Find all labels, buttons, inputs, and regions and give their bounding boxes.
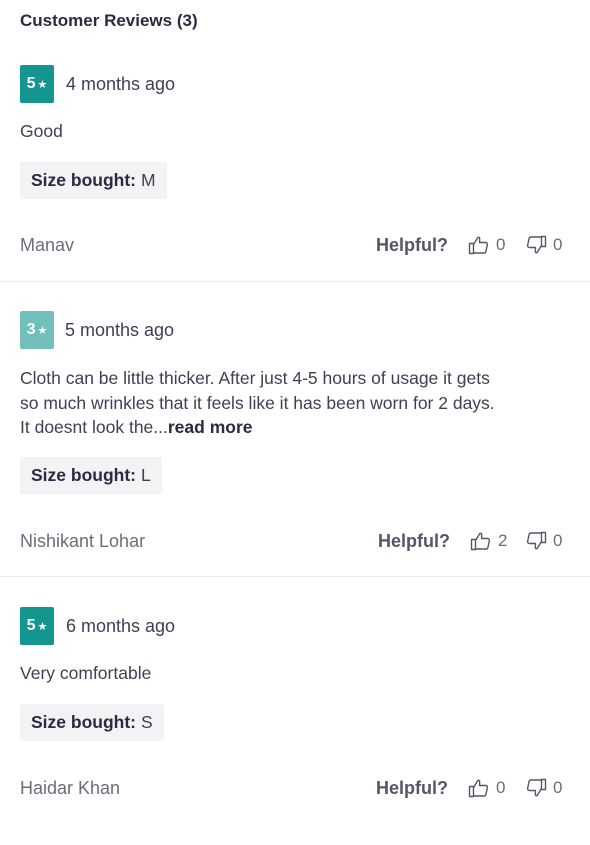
rating-badge: 5 ★	[20, 607, 54, 645]
review-text: Very comfortable	[20, 663, 152, 683]
star-icon: ★	[37, 620, 48, 633]
rating-value: 5	[26, 617, 36, 634]
thumbs-down-icon	[524, 776, 548, 800]
review-card: 5 ★ 6 months ago Very comfortable Size bo…	[0, 0, 590, 845]
review-date: 6 months ago	[66, 616, 176, 636]
upvote-button[interactable]: 0	[467, 776, 505, 800]
downvote-button[interactable]: 0	[524, 776, 562, 800]
review-author: Haidar Khan	[20, 778, 121, 798]
size-bought-value: S	[140, 712, 153, 732]
helpful-label: Helpful?	[376, 778, 448, 798]
size-bought-label: Size bought:	[31, 712, 136, 732]
downvote-count: 0	[553, 778, 563, 797]
thumbs-up-icon	[467, 776, 491, 800]
size-bought-chip: Size bought: S	[20, 704, 164, 741]
upvote-count: 0	[496, 778, 506, 797]
